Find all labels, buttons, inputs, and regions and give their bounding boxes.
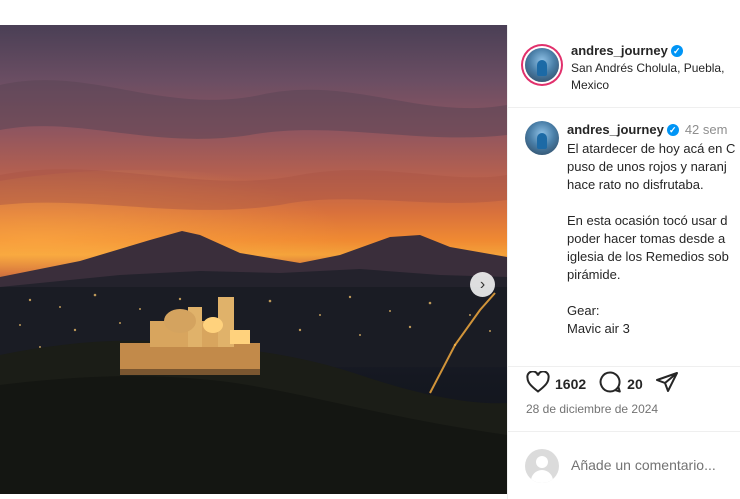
comment-count[interactable]: 20 bbox=[627, 376, 643, 392]
chevron-right-icon: › bbox=[479, 276, 486, 293]
post-side-panel: andres_journey ✓ San Andrés Cholula, Pueb… bbox=[507, 25, 740, 499]
username-text[interactable]: andres_journey bbox=[571, 43, 668, 58]
caption-author-avatar[interactable] bbox=[525, 121, 559, 155]
post-time[interactable]: 42 sem bbox=[685, 122, 728, 137]
top-strip bbox=[0, 0, 740, 25]
comment-input[interactable] bbox=[571, 454, 736, 476]
current-user-avatar bbox=[525, 449, 559, 483]
post-image[interactable]: › bbox=[0, 25, 507, 494]
heart-icon[interactable] bbox=[526, 369, 550, 398]
caption-author: andres_journey ✓ 42 sem bbox=[567, 122, 727, 137]
author-avatar[interactable] bbox=[525, 48, 559, 82]
comment-bubble-icon[interactable] bbox=[598, 370, 622, 399]
location-link[interactable]: San Andrés Cholula, Puebla, Mexico bbox=[571, 60, 736, 94]
post-date[interactable]: 28 de diciembre de 2024 bbox=[526, 402, 658, 416]
verified-badge-icon: ✓ bbox=[670, 45, 683, 57]
sunset-landscape-image bbox=[0, 80, 507, 494]
add-comment-bar bbox=[508, 431, 740, 499]
post-header: andres_journey ✓ San Andrés Cholula, Pueb… bbox=[508, 25, 740, 108]
like-count[interactable]: 1602 bbox=[555, 376, 586, 392]
author-username[interactable]: andres_journey ✓ bbox=[571, 43, 683, 58]
next-image-button[interactable]: › bbox=[470, 272, 495, 297]
caption-username[interactable]: andres_journey bbox=[567, 122, 664, 137]
action-bar: 1602 20 bbox=[526, 369, 679, 399]
caption-section: andres_journey ✓ 42 sem El atardecer de ho… bbox=[508, 109, 740, 367]
paper-plane-icon[interactable] bbox=[655, 371, 679, 398]
verified-badge-icon: ✓ bbox=[666, 124, 679, 136]
caption-text: El atardecer de hoy acá en C puso de uno… bbox=[567, 141, 736, 336]
